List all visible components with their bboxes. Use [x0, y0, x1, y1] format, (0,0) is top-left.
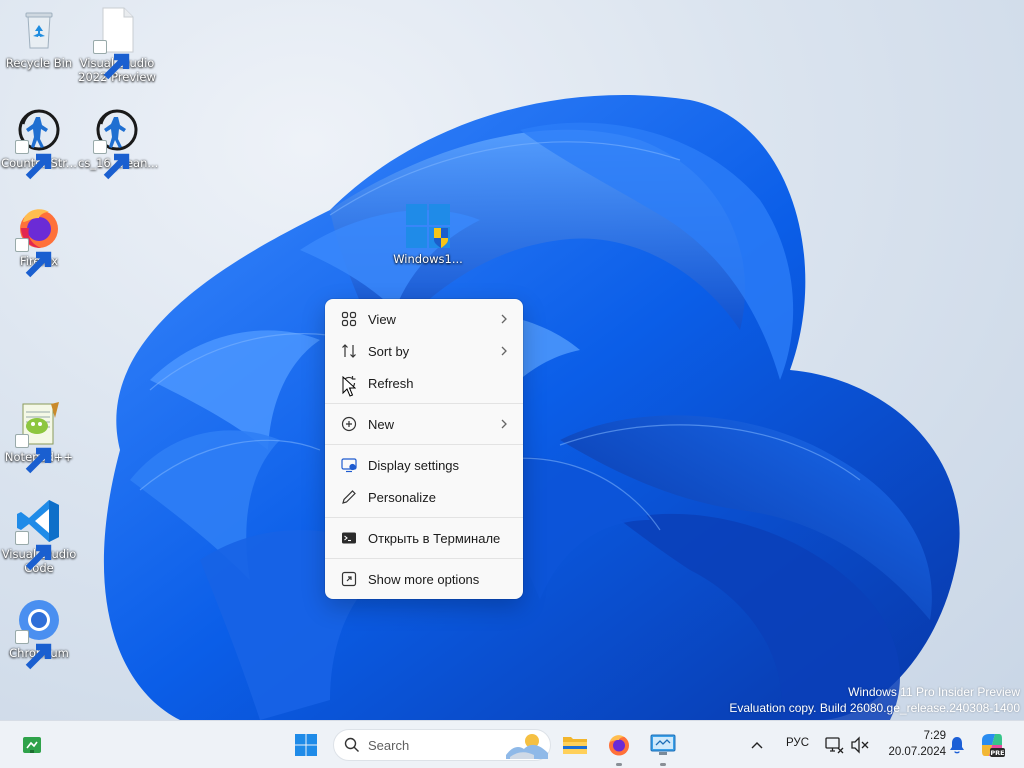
desktop-icon-chromium[interactable]: Chromium: [0, 596, 78, 670]
windows-shield-icon: [406, 204, 450, 248]
more-options-icon: [340, 570, 358, 588]
chevron-right-icon: [501, 346, 507, 356]
new-plus-icon: [340, 415, 358, 433]
shortcut-arrow-icon: [15, 434, 52, 474]
desktop-icon-label: Recycle Bin: [5, 56, 73, 70]
menu-item-label: Refresh: [368, 375, 414, 391]
recycle-bin-icon: [25, 12, 53, 49]
taskbar-control-panel[interactable]: [645, 727, 681, 766]
chevron-right-icon: [501, 419, 507, 429]
terminal-icon: [340, 529, 358, 547]
shortcut-arrow-icon: [93, 140, 130, 180]
folder-icon: [563, 737, 587, 754]
pen-icon: [340, 488, 358, 506]
desktop-icon-label: Windows1...: [393, 252, 463, 266]
volume-muted-icon: [851, 736, 869, 754]
desktop-icon-notepad-plus-plus[interactable]: Notepad++: [0, 400, 78, 474]
chevron-right-icon: [501, 314, 507, 324]
menu-item-display-settings[interactable]: Display settings: [325, 449, 523, 481]
desktop-context-menu: View Sort by Refresh New Display setting…: [325, 299, 523, 599]
menu-item-label: New: [368, 416, 395, 432]
desktop-icon-recycle-bin[interactable]: Recycle Bin: [0, 6, 78, 70]
svg-text:PRE: PRE: [990, 749, 1004, 757]
chevron-up-icon: [751, 742, 763, 749]
menu-separator: [325, 444, 523, 445]
menu-item-show-more-options[interactable]: Show more options: [325, 563, 523, 595]
taskbar-search-box[interactable]: Search: [333, 729, 551, 761]
show-hidden-icons-button[interactable]: [741, 727, 773, 763]
menu-item-personalize[interactable]: Personalize: [325, 481, 523, 513]
start-button[interactable]: [288, 727, 324, 763]
evaluation-watermark: Windows 11 Pro Insider Preview Evaluatio…: [729, 684, 1020, 716]
desktop[interactable]: Recycle Bin Visual Studio 2022 Preview C…: [0, 0, 1024, 720]
menu-item-new[interactable]: New: [325, 408, 523, 440]
input-language-indicator[interactable]: РУС: [786, 737, 809, 749]
firefox-icon: [609, 735, 629, 756]
control-panel-icon: [650, 734, 676, 755]
taskbar-file-explorer[interactable]: [557, 727, 593, 763]
search-highlight-illustration-icon: [506, 734, 548, 759]
menu-item-label: Personalize: [368, 489, 436, 505]
menu-item-label: View: [368, 311, 396, 327]
desktop-icon-windows11[interactable]: Windows1...: [389, 202, 467, 266]
menu-item-view[interactable]: View: [325, 303, 523, 335]
shortcut-arrow-icon: [15, 531, 52, 571]
view-grid-icon: [340, 310, 358, 328]
desktop-icon-counter-strike[interactable]: Counter-Str...: [0, 106, 78, 180]
running-indicator: [616, 763, 622, 766]
copilot-pre-icon: PRE: [982, 734, 1005, 757]
clock-time: 7:29: [923, 730, 946, 742]
menu-separator: [325, 558, 523, 559]
notifications-button[interactable]: [944, 727, 970, 763]
widgets-button[interactable]: [14, 727, 50, 763]
menu-separator: [325, 403, 523, 404]
desktop-icon-vscode[interactable]: Visual Studio Code: [0, 497, 78, 575]
menu-separator: [325, 517, 523, 518]
search-placeholder: Search: [368, 737, 410, 753]
clock-date: 20.07.2024: [888, 746, 946, 758]
menu-item-label: Show more options: [368, 571, 480, 587]
taskbar-firefox[interactable]: [601, 727, 637, 766]
taskbar-clock[interactable]: 7:29 20.07.2024: [878, 728, 946, 760]
menu-item-label: Sort by: [368, 343, 410, 359]
running-indicator: [660, 763, 666, 766]
desktop-icon-visual-studio-2022-preview[interactable]: Visual Studio 2022 Preview: [78, 6, 156, 84]
copilot-button[interactable]: PRE: [976, 727, 1008, 763]
menu-item-label: Открыть в Терминале: [368, 530, 501, 546]
network-status-button[interactable]: [820, 727, 848, 763]
volume-button[interactable]: [846, 727, 874, 763]
shortcut-arrow-icon: [15, 630, 52, 670]
watermark-line-1: Windows 11 Pro Insider Preview: [848, 685, 1020, 699]
sort-icon: [340, 342, 358, 360]
menu-item-label: Display settings: [368, 457, 460, 473]
shortcut-arrow-icon: [15, 140, 52, 180]
menu-item-open-terminal[interactable]: Открыть в Терминале: [325, 522, 523, 554]
widgets-icon: [23, 737, 41, 753]
taskbar: Search РУС 7:29 20.07.2024 PRE: [0, 720, 1024, 768]
bell-icon: [950, 737, 964, 754]
menu-item-sort-by[interactable]: Sort by: [325, 335, 523, 367]
network-disconnected-icon: [825, 737, 844, 754]
display-settings-icon: [340, 456, 358, 474]
desktop-icon-cs16-clean[interactable]: cs_16_clean...: [78, 106, 158, 180]
shortcut-arrow-icon: [15, 238, 52, 278]
watermark-line-2: Evaluation copy. Build 26080.ge_release.…: [729, 701, 1020, 715]
search-icon: [344, 737, 359, 752]
mouse-cursor-icon: [342, 376, 356, 397]
shortcut-arrow-icon: [93, 40, 130, 80]
windows-start-icon: [295, 734, 317, 756]
desktop-icon-firefox[interactable]: Firefox: [0, 204, 78, 278]
